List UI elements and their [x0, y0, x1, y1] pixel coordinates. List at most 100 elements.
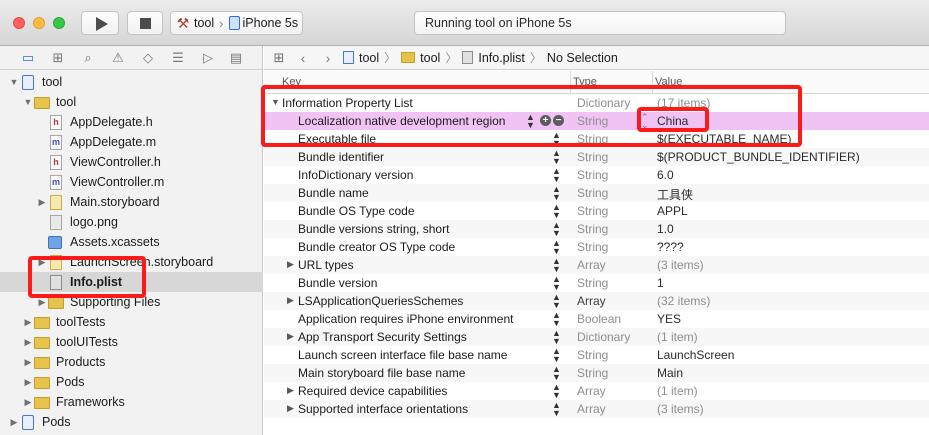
- plist-row[interactable]: InfoDictionary version ▲ ▼ String 6.0: [264, 166, 929, 184]
- plist-row[interactable]: Application requires iPhone environment ▲…: [264, 310, 929, 328]
- plist-row[interactable]: Bundle versions string, short ▲ ▼ String 1.0: [264, 220, 929, 238]
- disclosure-closed-icon[interactable]: ▶: [36, 297, 48, 308]
- breakpoint-icon[interactable]: ▷: [200, 50, 216, 66]
- key-stepper-icon[interactable]: ▲ ▼: [526, 113, 535, 130]
- plist-type[interactable]: String: [577, 348, 608, 362]
- plist-row[interactable]: Bundle OS Type code ▲ ▼ String APPL: [264, 202, 929, 220]
- disclosure-closed-icon[interactable]: ▶: [287, 295, 294, 306]
- plist-key[interactable]: Bundle OS Type code: [298, 204, 415, 218]
- tree-item[interactable]: ▶ Frameworks: [0, 392, 263, 412]
- plist-row[interactable]: ▶ Required device capabilities ▲ ▼ Array (1 i…: [264, 382, 929, 400]
- tree-item[interactable]: ▶ Supporting Files: [0, 292, 263, 312]
- key-stepper-icon[interactable]: ▲ ▼: [552, 311, 561, 328]
- disclosure-closed-icon[interactable]: ▶: [287, 385, 294, 396]
- key-stepper-icon[interactable]: ▲ ▼: [552, 203, 561, 220]
- plist-value[interactable]: 1.0: [657, 222, 674, 236]
- plist-value[interactable]: (32 items): [657, 294, 710, 308]
- breadcrumb-folder[interactable]: tool: [420, 51, 440, 65]
- plist-key[interactable]: App Transport Security Settings: [298, 330, 467, 344]
- tree-item[interactable]: logo.png: [0, 212, 263, 232]
- key-stepper-icon[interactable]: ▲ ▼: [552, 293, 561, 310]
- plist-type[interactable]: String: [577, 132, 608, 146]
- column-key-header[interactable]: Key: [282, 76, 301, 88]
- tree-item[interactable]: h ViewController.h: [0, 152, 263, 172]
- stop-button[interactable]: [127, 11, 163, 35]
- run-button[interactable]: [81, 11, 119, 35]
- back-arrow-icon[interactable]: ‹: [293, 50, 313, 66]
- tree-item-selected[interactable]: Info.plist: [0, 272, 263, 292]
- key-stepper-icon[interactable]: ▲ ▼: [552, 257, 561, 274]
- plist-type[interactable]: String: [577, 186, 608, 200]
- plist-type[interactable]: Boolean: [577, 312, 621, 326]
- key-stepper-icon[interactable]: ▲ ▼: [552, 401, 561, 418]
- key-stepper-icon[interactable]: ▲ ▼: [552, 167, 561, 184]
- plist-row[interactable]: ▶ URL types ▲ ▼ Array (3 items): [264, 256, 929, 274]
- add-row-icon[interactable]: +: [540, 115, 551, 126]
- plist-key[interactable]: Bundle versions string, short: [298, 222, 449, 236]
- plist-type[interactable]: String: [577, 204, 608, 218]
- disclosure-closed-icon[interactable]: ▶: [8, 417, 20, 428]
- plist-value[interactable]: APPL: [657, 204, 688, 218]
- debug-icon[interactable]: ☰: [170, 50, 186, 66]
- disclosure-open-icon[interactable]: ▼: [271, 97, 280, 107]
- disclosure-open-icon[interactable]: ▼: [8, 77, 20, 87]
- tree-item[interactable]: ▶ Main.storyboard: [0, 192, 263, 212]
- key-stepper-icon[interactable]: ▲ ▼: [552, 239, 561, 256]
- key-stepper-icon[interactable]: ▲ ▼: [552, 149, 561, 166]
- remove-row-icon[interactable]: −: [553, 115, 564, 126]
- plist-type[interactable]: String: [577, 276, 608, 290]
- plist-row[interactable]: Localization native development region ▲ ▼…: [264, 112, 929, 130]
- plist-key[interactable]: Bundle name: [298, 186, 369, 200]
- key-stepper-icon[interactable]: ▲ ▼: [552, 185, 561, 202]
- breadcrumb-project[interactable]: tool: [359, 51, 379, 65]
- tree-item[interactable]: ▶ Products: [0, 352, 263, 372]
- plist-type[interactable]: Array: [577, 402, 606, 416]
- plist-value[interactable]: (1 item): [657, 330, 698, 344]
- tree-item[interactable]: Assets.xcassets: [0, 232, 263, 252]
- tree-item[interactable]: ▼ tool: [0, 72, 263, 92]
- plist-type[interactable]: String: [577, 150, 608, 164]
- disclosure-closed-icon[interactable]: ▶: [36, 257, 48, 268]
- plist-type[interactable]: Array: [577, 294, 606, 308]
- key-stepper-icon[interactable]: ▲ ▼: [552, 221, 561, 238]
- plist-value[interactable]: Main: [657, 366, 683, 380]
- plist-value[interactable]: LaunchScreen: [657, 348, 734, 362]
- key-stepper-icon[interactable]: ▲ ▼: [552, 383, 561, 400]
- key-stepper-icon[interactable]: ▲ ▼: [552, 275, 561, 292]
- tree-item[interactable]: ▶ toolUITests: [0, 332, 263, 352]
- plist-key[interactable]: Bundle creator OS Type code: [298, 240, 455, 254]
- plist-value[interactable]: $(EXECUTABLE_NAME): [657, 132, 791, 146]
- close-window-button[interactable]: [13, 17, 25, 29]
- tree-item[interactable]: m ViewController.m: [0, 172, 263, 192]
- tree-item[interactable]: ▶ Pods: [0, 372, 263, 392]
- plist-type[interactable]: Array: [577, 258, 606, 272]
- scheme-selector[interactable]: ⚒ tool › iPhone 5s: [170, 11, 303, 35]
- tree-item[interactable]: ▶ toolTests: [0, 312, 263, 332]
- plist-value[interactable]: 6.0: [657, 168, 674, 182]
- disclosure-closed-icon[interactable]: ▶: [36, 197, 48, 208]
- column-value-header[interactable]: Value: [655, 76, 682, 88]
- disclosure-closed-icon[interactable]: ▶: [22, 357, 34, 368]
- plist-type[interactable]: String: [577, 240, 608, 254]
- tree-item[interactable]: ▼ tool: [0, 92, 263, 112]
- plist-key[interactable]: Launch screen interface file base name: [298, 348, 507, 362]
- plist-row[interactable]: Bundle identifier ▲ ▼ String $(PRODUCT_BUNDL…: [264, 148, 929, 166]
- plist-type[interactable]: String: [577, 366, 608, 380]
- plist-key[interactable]: Localization native development region: [298, 114, 505, 128]
- plist-key[interactable]: InfoDictionary version: [298, 168, 413, 182]
- key-stepper-icon[interactable]: ▲ ▼: [552, 347, 561, 364]
- plist-value[interactable]: (3 items): [657, 402, 704, 416]
- plist-type[interactable]: Array: [577, 384, 606, 398]
- plist-key[interactable]: Application requires iPhone environment: [298, 312, 513, 326]
- plist-row[interactable]: Bundle name ▲ ▼ String 工具侠: [264, 184, 929, 202]
- plist-type[interactable]: Dictionary: [577, 96, 630, 110]
- plist-key[interactable]: Bundle version: [298, 276, 377, 290]
- plist-key[interactable]: Information Property List: [282, 96, 413, 110]
- disclosure-closed-icon[interactable]: ▶: [287, 259, 294, 270]
- plist-row[interactable]: Bundle creator OS Type code ▲ ▼ String????: [264, 238, 929, 256]
- plist-key[interactable]: URL types: [298, 258, 354, 272]
- plist-row[interactable]: ▼ Information Property List Dictionary (17 …: [264, 94, 929, 112]
- forward-arrow-icon[interactable]: ›: [318, 50, 338, 66]
- plist-type[interactable]: Dictionary: [577, 330, 630, 344]
- plist-value[interactable]: $(PRODUCT_BUNDLE_IDENTIFIER): [657, 150, 860, 164]
